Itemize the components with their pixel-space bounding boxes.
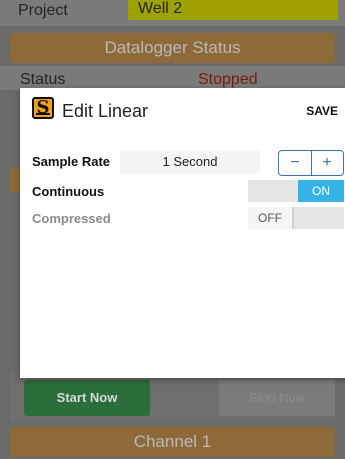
status-label: Status [20,71,66,88]
continuous-row: Continuous ON [32,180,344,202]
start-now-button[interactable]: Start Now [24,380,150,416]
continuous-label: Continuous [32,184,105,199]
sample-rate-value[interactable]: 1 Second [120,151,260,173]
edit-linear-dialog: S Edit Linear SAVE Sample Rate 1 Second … [20,88,345,378]
project-row: Project Well 2 [0,0,345,26]
app-logo-icon: S [32,97,54,119]
increment-button[interactable]: + [311,151,343,175]
status-value: Stopped [198,71,258,88]
project-value[interactable]: Well 2 [128,0,338,20]
continuous-on-state: ON [298,180,344,202]
compressed-label: Compressed [32,211,111,226]
datalogger-status-header: Datalogger Status [10,33,335,63]
sample-rate-stepper: − + [278,150,344,176]
continuous-toggle[interactable]: ON [248,180,344,202]
channel-header: Channel 1 [10,427,335,457]
status-row: Status Stopped [0,66,345,90]
stop-now-button[interactable]: Stop Now [219,380,335,416]
app-logo-underline [36,113,50,115]
save-button[interactable]: SAVE [306,104,338,118]
project-label: Project [18,2,68,19]
decrement-button[interactable]: − [279,151,312,175]
compressed-off-state: OFF [248,207,294,229]
dialog-title: Edit Linear [62,101,149,121]
sample-rate-label: Sample Rate [32,154,111,169]
compressed-row: Compressed OFF [32,207,344,229]
compressed-toggle[interactable]: OFF [248,207,344,229]
dialog-header: S Edit Linear SAVE [20,88,345,134]
action-buttons: Start Now Stop Now [10,372,335,422]
sample-rate-row: Sample Rate 1 Second − + [32,150,344,176]
background-bar [10,168,20,192]
